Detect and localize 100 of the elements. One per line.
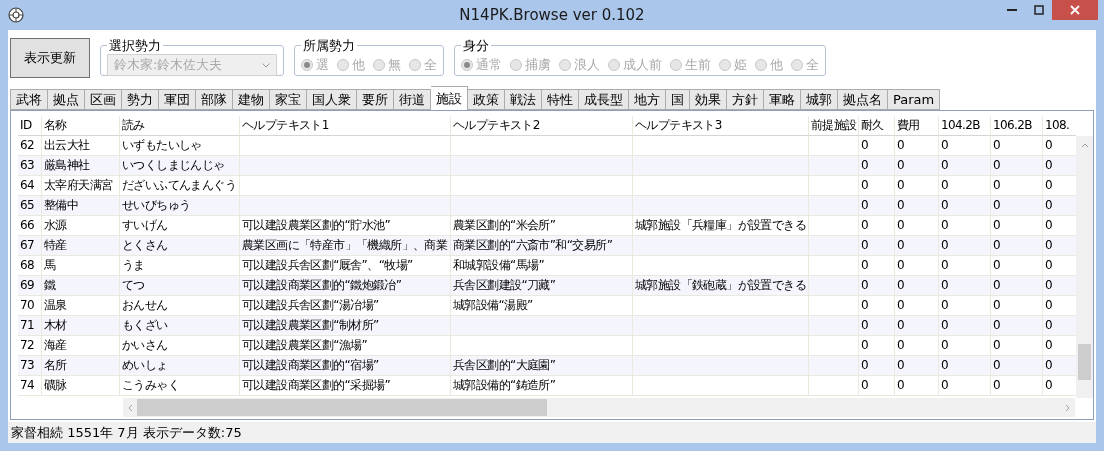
app-icon	[8, 7, 24, 23]
scrollbar-thumb[interactable]	[137, 399, 547, 416]
status-text: 家督相続 1551年 7月 表示データ数:75	[11, 423, 242, 442]
table-cell: 木材	[42, 316, 120, 336]
tab[interactable]: 軍団	[159, 89, 196, 110]
table-cell: 0	[939, 276, 991, 296]
column-header[interactable]: ヘルプテキスト3	[633, 116, 809, 136]
table-cell: 0	[991, 236, 1043, 256]
tab[interactable]: 街道	[394, 89, 431, 110]
table-cell: 0	[895, 316, 939, 336]
table-cell: 0	[895, 236, 939, 256]
table-cell: 0	[859, 156, 895, 176]
table-cell: せいびちゅう	[120, 196, 240, 216]
table-cell: 礦脉	[42, 376, 120, 396]
tab[interactable]: 戦法	[505, 89, 542, 110]
column-header[interactable]: ヘルプテキスト2	[451, 116, 633, 136]
tab[interactable]: 成長型	[579, 89, 629, 110]
tab[interactable]: 家宝	[270, 89, 307, 110]
table-cell: 0	[859, 316, 895, 336]
tab[interactable]: 軍略	[764, 89, 801, 110]
table-cell: 0	[895, 276, 939, 296]
column-header[interactable]: 前提施設	[809, 116, 859, 136]
tab[interactable]: 政策	[468, 89, 505, 110]
tab[interactable]: 国人衆	[307, 89, 357, 110]
tab[interactable]: 方針	[727, 89, 764, 110]
tab[interactable]: 勢力	[122, 89, 159, 110]
table-cell: 可以建設商業区劃的“鐵炮鍛冶”	[240, 276, 451, 296]
column-header[interactable]: 名称	[42, 116, 120, 136]
vertical-scrollbar[interactable]	[1076, 136, 1093, 398]
table-cell: 城郭設備的“鋳造所”	[451, 376, 633, 396]
maximize-icon	[1033, 5, 1044, 15]
table-cell: 0	[895, 356, 939, 376]
table-cell: 城郭施設「鉄砲蔵」が設置できる	[633, 276, 809, 296]
tab[interactable]: 区画	[85, 89, 122, 110]
caret-icon	[262, 62, 270, 68]
close-button[interactable]	[1052, 0, 1098, 20]
table-cell: 兵舎区劃建設“刀藏”	[451, 276, 633, 296]
table-cell: 特産	[42, 236, 120, 256]
tab[interactable]: Param	[888, 89, 941, 110]
table-cell: 可以建設農業区劃“制材所”	[240, 316, 451, 336]
table-cell: 0	[859, 236, 895, 256]
table-cell: 0	[939, 196, 991, 216]
column-header[interactable]: 読み	[120, 116, 240, 136]
tab[interactable]: 城郭	[801, 89, 838, 110]
tab[interactable]: 効果	[690, 89, 727, 110]
tab[interactable]: 特性	[542, 89, 579, 110]
column-header[interactable]: 耐久	[859, 116, 895, 136]
table-cell: 兵舎区劃的“大庭園”	[451, 356, 633, 376]
minimize-icon	[1006, 9, 1017, 11]
tab[interactable]: 拠点名	[838, 89, 888, 110]
scrollbar-thumb[interactable]	[1078, 344, 1091, 380]
table-cell: てつ	[120, 276, 240, 296]
window-title: N14PK.Browse ver 0.102	[459, 6, 645, 24]
table-cell: 0	[991, 156, 1043, 176]
table-cell: 可以建設商業区劃的“采掘場”	[240, 376, 451, 396]
column-header[interactable]: 106.2B	[991, 116, 1043, 136]
table-cell: 67	[18, 236, 42, 256]
table-cell: 74	[18, 376, 42, 396]
table-cell: 63	[18, 156, 42, 176]
table-cell: 0	[859, 376, 895, 396]
column-header[interactable]: ヘルプテキスト1	[240, 116, 451, 136]
table-cell: 0	[859, 276, 895, 296]
table-cell: めいしょ	[120, 356, 240, 376]
table-cell: 0	[991, 316, 1043, 336]
table-cell: 71	[18, 316, 42, 336]
table-cell: 農業区画に「特産市」「機織所」、商業	[240, 236, 451, 256]
table-cell: いつくしまじんじゃ	[120, 156, 240, 176]
group-label: 選択勢力	[108, 40, 162, 51]
tab[interactable]: 地方	[629, 89, 666, 110]
refresh-button[interactable]: 表示更新	[10, 38, 90, 78]
tab[interactable]: 国	[666, 89, 690, 110]
table-cell: 69	[18, 276, 42, 296]
table-cell: 整備中	[42, 196, 120, 216]
table-cell: 0	[895, 376, 939, 396]
table-cell: 商業区劃的“六斎市”和“交易所”	[451, 236, 633, 256]
table-cell: 0	[939, 376, 991, 396]
table-cell: 0	[991, 376, 1043, 396]
table-cell: 0	[939, 236, 991, 256]
tab[interactable]: 要所	[357, 89, 394, 110]
tab[interactable]: 建物	[233, 89, 270, 110]
table-cell: 0	[939, 316, 991, 336]
table-cell: 0	[991, 196, 1043, 216]
table-cell: とくさん	[120, 236, 240, 256]
tab[interactable]: 武将	[10, 89, 48, 110]
tab[interactable]: 拠点	[48, 89, 85, 110]
horizontal-scrollbar[interactable]	[123, 398, 1075, 417]
table-cell: 0	[895, 156, 939, 176]
table-cell: もくざい	[120, 316, 240, 336]
table-cell: 65	[18, 196, 42, 216]
table-cell: 可以建設商業区劃的“宿場”	[240, 356, 451, 376]
tab[interactable]: 部隊	[196, 89, 233, 110]
column-header[interactable]: 費用	[895, 116, 939, 136]
tab[interactable]: 施設	[431, 86, 468, 110]
group-label: 所属勢力	[302, 40, 356, 51]
column-header[interactable]: 104.2B	[939, 116, 991, 136]
table-cell: 0	[991, 356, 1043, 376]
column-header[interactable]: ID	[18, 116, 42, 136]
table-cell: 0	[859, 196, 895, 216]
table-cell: 厳島神社	[42, 156, 120, 176]
group-label: 身分	[462, 40, 490, 51]
